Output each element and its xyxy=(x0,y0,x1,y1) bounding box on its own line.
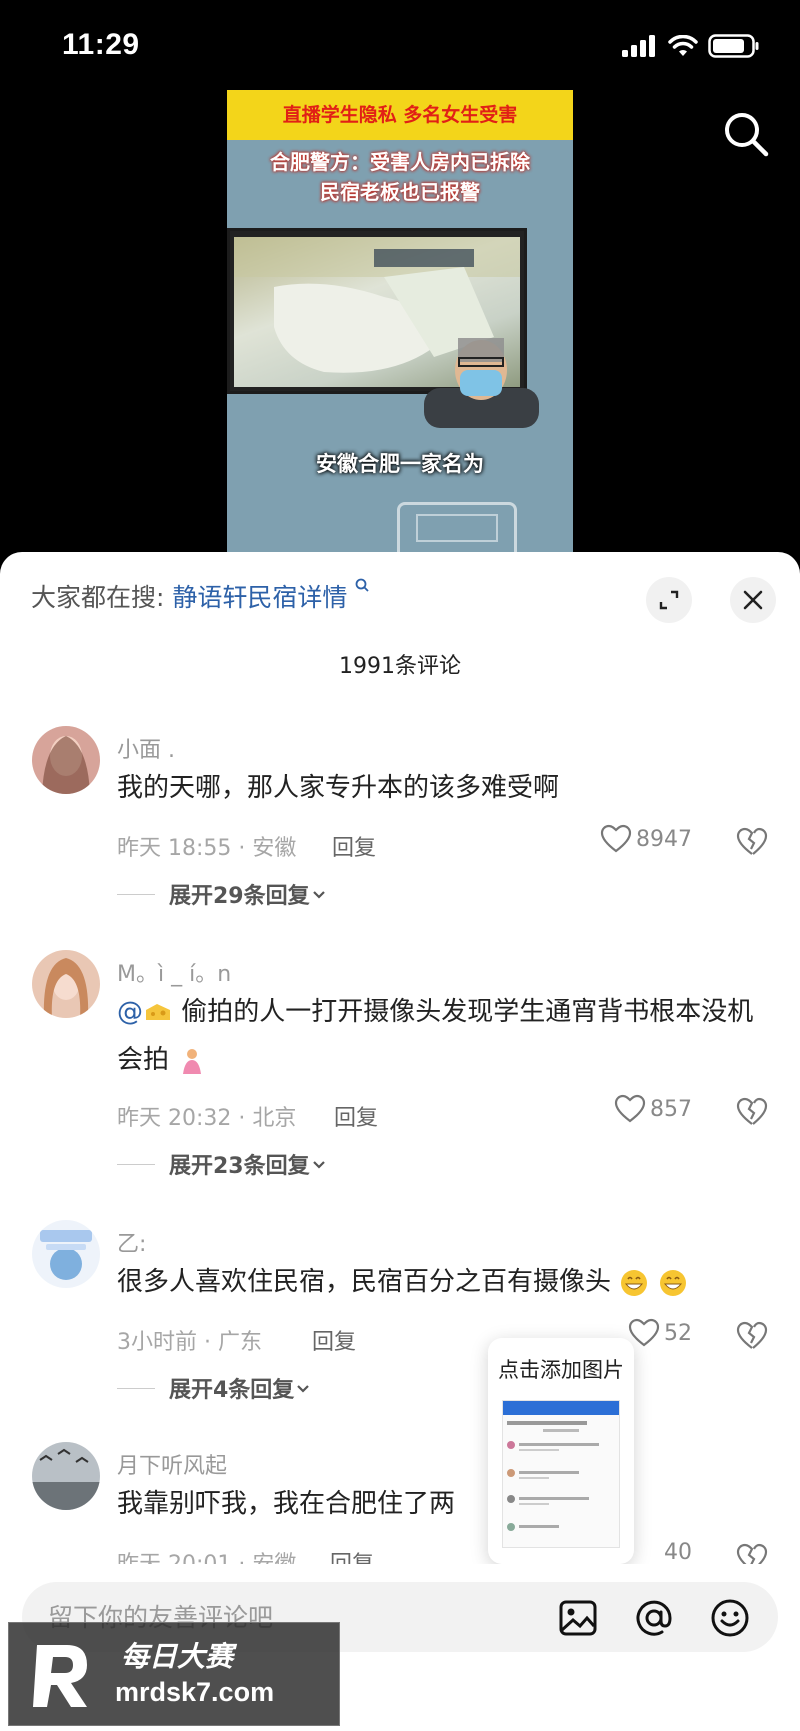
avatar[interactable] xyxy=(32,1442,100,1510)
comment-text: 我靠别吓我，我在合肥住了两 xyxy=(117,1489,456,1519)
video-caption-line2: 合肥警方：受害人房内已拆除 xyxy=(270,150,530,174)
close-icon xyxy=(743,590,763,610)
like-button[interactable]: 857 xyxy=(614,1094,692,1124)
reply-button[interactable]: 回复 xyxy=(312,1324,356,1356)
avatar[interactable] xyxy=(32,950,100,1018)
expand-icon xyxy=(659,590,679,610)
hot-search[interactable]: 大家都在搜: 静语轩民宿详情 xyxy=(31,578,369,614)
like-count: 40 xyxy=(664,1540,692,1565)
like-count: 857 xyxy=(650,1096,692,1122)
avatar[interactable] xyxy=(32,1220,100,1288)
like-count: 52 xyxy=(664,1320,692,1346)
expand-replies[interactable]: 展开23条回复 xyxy=(117,1148,328,1180)
comment-text-body: 很多人喜欢住民宿，民宿百分之百有摄像头 xyxy=(117,1267,612,1297)
site-watermark: 每日大赛 mrdsk7.com xyxy=(8,1622,340,1726)
expand-replies-label: 展开23条回复 xyxy=(169,1154,310,1179)
expand-replies-label: 展开29条回复 xyxy=(169,884,310,909)
comment-meta: 昨天 20:32 · 北京 xyxy=(117,1106,297,1131)
expand-replies-label: 展开4条回复 xyxy=(169,1378,295,1403)
comment-meta: 3小时前 · 广东 xyxy=(117,1330,262,1355)
like-button[interactable]: 40 xyxy=(664,1540,692,1565)
video-caption-line1: 直播学生隐私 多名女生受害 xyxy=(282,104,518,126)
comment-author[interactable]: 乙: xyxy=(117,1226,146,1258)
grin-emoji-icon xyxy=(621,1269,648,1296)
add-image-popup[interactable]: 点击添加图片 xyxy=(488,1338,634,1564)
search-button[interactable] xyxy=(722,110,770,158)
popup-title: 点击添加图片 xyxy=(498,1358,624,1382)
cheese-emoji-icon xyxy=(146,1003,170,1020)
like-button[interactable]: 52 xyxy=(628,1318,692,1348)
comment-text: 我的天哪，那人家专升本的该多难受啊 xyxy=(117,773,560,803)
image-icon[interactable] xyxy=(558,1598,598,1638)
comment-meta: 昨天 18:55 · 安徽 xyxy=(117,836,297,861)
hot-search-label: 大家都在搜: xyxy=(31,583,165,612)
heart-icon xyxy=(614,1094,646,1123)
heart-icon xyxy=(600,824,632,853)
expand-replies[interactable]: 展开29条回复 xyxy=(117,878,328,910)
grin-emoji-icon xyxy=(659,1269,686,1296)
broken-heart-icon[interactable] xyxy=(736,826,768,858)
like-count: 8947 xyxy=(636,826,692,852)
hot-search-link[interactable]: 静语轩民宿详情 xyxy=(172,583,347,612)
logo-icon xyxy=(33,1645,87,1707)
like-button[interactable]: 8947 xyxy=(600,824,692,854)
comment-text-body: 偷拍的人一打开摄像头发现学生通宵背书根本没机会拍 xyxy=(117,997,754,1075)
person-image xyxy=(424,318,539,428)
close-button[interactable] xyxy=(730,577,776,623)
broken-heart-icon[interactable] xyxy=(736,1096,768,1128)
heart-icon xyxy=(628,1318,660,1347)
person-emoji-icon xyxy=(183,1048,202,1074)
at-icon[interactable] xyxy=(634,1598,674,1638)
mini-search-icon xyxy=(355,578,369,592)
video-subtitle: 安徽合肥一家名为 xyxy=(316,452,484,476)
broken-heart-icon[interactable] xyxy=(736,1320,768,1352)
comment-text: @ 偷拍的人一打开摄像头发现学生通宵背书根本没机会拍 xyxy=(117,988,767,1084)
expand-button[interactable] xyxy=(646,577,692,623)
video-caption-line3: 民宿老板也已报警 xyxy=(320,180,480,204)
chevron-down-icon xyxy=(297,1385,310,1393)
search-icon xyxy=(725,113,769,157)
video-area[interactable]: 直播学生隐私 多名女生受害 合肥警方：受害人房内已拆除 民宿老板也已报警 安徽合… xyxy=(0,0,800,560)
avatar[interactable] xyxy=(32,726,100,794)
comment-count: 1991条评论 xyxy=(339,654,461,679)
watermark-url: mrdsk7.com xyxy=(115,1677,275,1707)
chevron-down-icon xyxy=(312,891,325,899)
expand-replies[interactable]: 展开4条回复 xyxy=(117,1372,312,1404)
comment-author[interactable]: M。ì _ í。n xyxy=(117,956,231,988)
video-frame[interactable]: 直播学生隐私 多名女生受害 合肥警方：受害人房内已拆除 民宿老板也已报警 安徽合… xyxy=(227,90,573,560)
screenshot-thumbnail[interactable] xyxy=(502,1400,620,1548)
comment-author[interactable]: 月下听风起 xyxy=(117,1448,227,1480)
watermark-cn: 每日大赛 xyxy=(121,1640,234,1673)
comment-text: 很多人喜欢住民宿，民宿百分之百有摄像头 xyxy=(117,1258,767,1306)
mention[interactable]: @ xyxy=(117,997,143,1027)
emoji-icon[interactable] xyxy=(710,1598,750,1638)
chevron-down-icon xyxy=(312,1161,325,1169)
comment-author[interactable]: 小面 . xyxy=(117,732,175,764)
reply-button[interactable]: 回复 xyxy=(334,1100,378,1132)
reply-button[interactable]: 回复 xyxy=(332,830,376,862)
comments-panel: 大家都在搜: 静语轩民宿详情 1991条评论 小面 . 我的天哪，那人家专升本的… xyxy=(0,552,800,1731)
